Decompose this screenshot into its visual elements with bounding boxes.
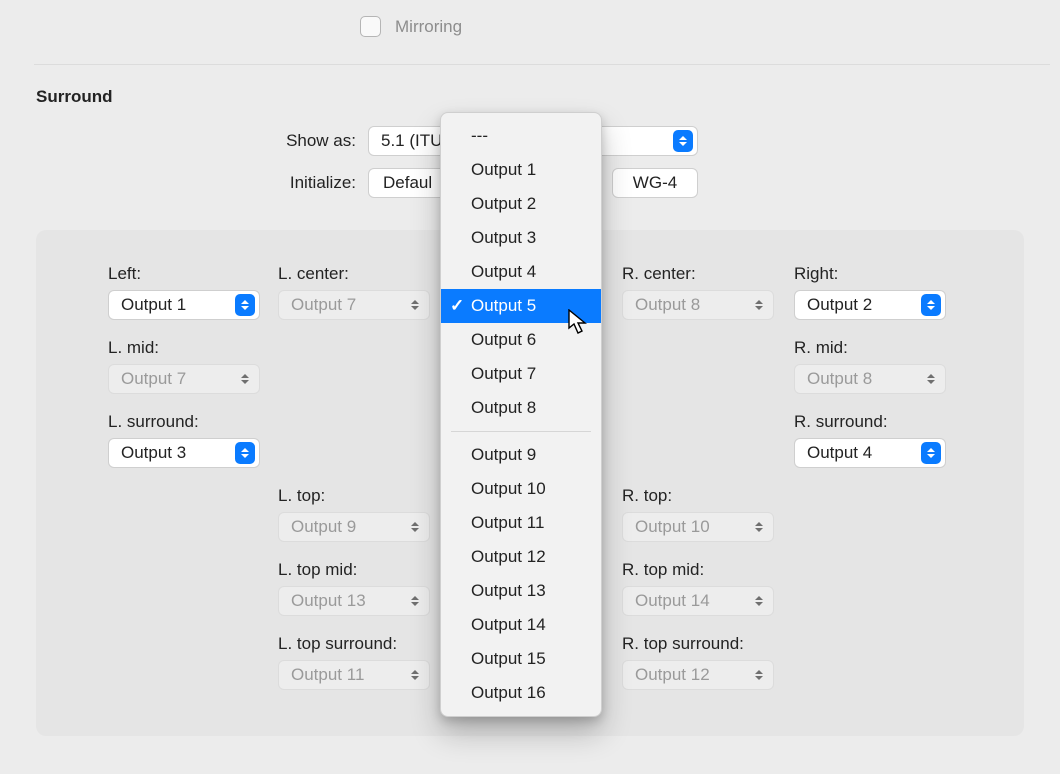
chevrons-icon [405,516,425,538]
initialize-default-label: Defaul [383,173,432,193]
r-top-value: Output 10 [635,517,743,537]
menu-item[interactable]: Output 5 [441,289,601,323]
menu-item[interactable]: --- [441,119,601,153]
r-top-mid-label: R. top mid: [622,560,790,580]
menu-item[interactable]: Output 13 [441,574,601,608]
menu-item[interactable]: Output 16 [441,676,601,710]
menu-item[interactable]: Output 3 [441,221,601,255]
divider [34,64,1050,65]
l-top-mid-popup[interactable]: Output 13 [278,586,430,616]
menu-item[interactable]: Output 10 [441,472,601,506]
l-mid-value: Output 7 [121,369,229,389]
menu-item[interactable]: Output 4 [441,255,601,289]
r-surround-label: R. surround: [794,412,962,432]
chevrons-icon [235,442,255,464]
left-label: Left: [108,264,276,284]
l-top-mid-label: L. top mid: [278,560,446,580]
r-mid-popup[interactable]: Output 8 [794,364,946,394]
menu-item[interactable]: Output 2 [441,187,601,221]
menu-item[interactable]: Output 12 [441,540,601,574]
menu-item[interactable]: Output 9 [441,438,601,472]
initialize-label: Initialize: [252,173,356,193]
r-center-popup[interactable]: Output 8 [622,290,774,320]
l-surround-value: Output 3 [121,443,229,463]
l-top-popup[interactable]: Output 9 [278,512,430,542]
r-surround-value: Output 4 [807,443,915,463]
r-surround-popup[interactable]: Output 4 [794,438,946,468]
chevrons-icon [921,442,941,464]
r-top-surround-value: Output 12 [635,665,743,685]
center-output-menu[interactable]: ---Output 1Output 2Output 3Output 4Outpu… [440,112,602,717]
mirroring-checkbox[interactable] [360,16,381,37]
chevrons-icon [235,294,255,316]
l-mid-label: L. mid: [108,338,276,358]
r-top-surround-popup[interactable]: Output 12 [622,660,774,690]
left-value: Output 1 [121,295,229,315]
chevrons-icon [921,368,941,390]
menu-item[interactable]: Output 6 [441,323,601,357]
chevrons-icon [405,294,425,316]
r-mid-label: R. mid: [794,338,962,358]
r-top-mid-popup[interactable]: Output 14 [622,586,774,616]
menu-separator [451,431,591,432]
menu-item[interactable]: Output 11 [441,506,601,540]
chevrons-icon [405,664,425,686]
r-center-label: R. center: [622,264,790,284]
l-top-mid-value: Output 13 [291,591,399,611]
chevrons-icon [673,130,693,152]
chevrons-icon [749,516,769,538]
surround-section-title: Surround [36,87,113,107]
l-top-value: Output 9 [291,517,399,537]
chevrons-icon [749,294,769,316]
initialize-wg4-label: WG-4 [633,173,677,193]
chevrons-icon [921,294,941,316]
initialize-wg4-button[interactable]: WG-4 [612,168,698,198]
right-value: Output 2 [807,295,915,315]
mirroring-label: Mirroring [395,17,462,37]
chevrons-icon [749,664,769,686]
l-center-label: L. center: [278,264,446,284]
chevrons-icon [405,590,425,612]
r-top-mid-value: Output 14 [635,591,743,611]
l-center-value: Output 7 [291,295,399,315]
l-center-popup[interactable]: Output 7 [278,290,430,320]
menu-item[interactable]: Output 15 [441,642,601,676]
l-mid-popup[interactable]: Output 7 [108,364,260,394]
l-surround-popup[interactable]: Output 3 [108,438,260,468]
right-label: Right: [794,264,962,284]
menu-item[interactable]: Output 7 [441,357,601,391]
show-as-label: Show as: [252,131,356,151]
menu-item[interactable]: Output 14 [441,608,601,642]
right-popup[interactable]: Output 2 [794,290,946,320]
l-top-surround-popup[interactable]: Output 11 [278,660,430,690]
r-top-popup[interactable]: Output 10 [622,512,774,542]
chevrons-icon [749,590,769,612]
chevrons-icon [235,368,255,390]
menu-item[interactable]: Output 8 [441,391,601,425]
r-top-label: R. top: [622,486,790,506]
menu-item[interactable]: Output 1 [441,153,601,187]
l-top-surround-value: Output 11 [291,665,399,685]
r-top-surround-label: R. top surround: [622,634,812,654]
r-center-value: Output 8 [635,295,743,315]
r-mid-value: Output 8 [807,369,915,389]
left-popup[interactable]: Output 1 [108,290,260,320]
l-top-label: L. top: [278,486,446,506]
l-surround-label: L. surround: [108,412,276,432]
